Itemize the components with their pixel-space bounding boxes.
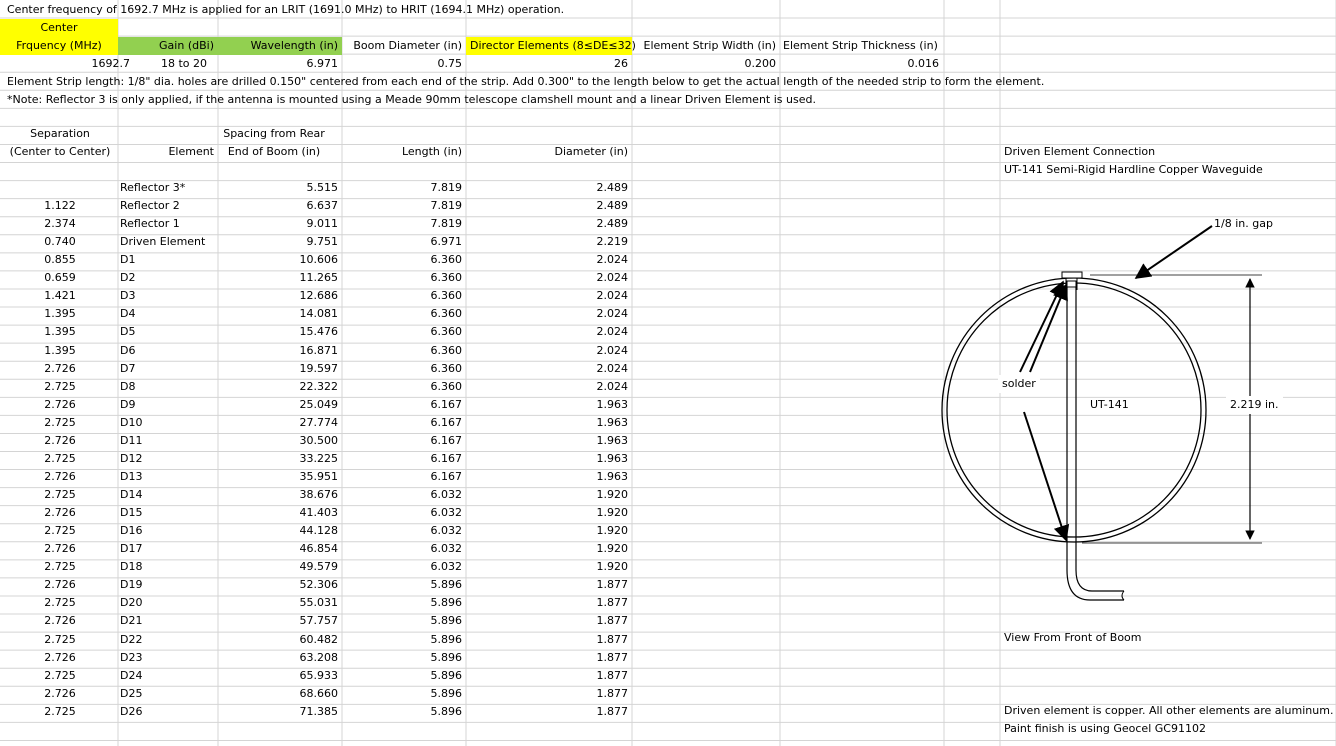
gap-label[interactable]: 1/8 in. gap [1210, 215, 1277, 233]
view-label[interactable]: View From Front of Boom [1000, 629, 1146, 647]
driven-element-ring [941, 277, 1207, 543]
solder-pointers [1019, 280, 1070, 542]
solder-label[interactable]: solder [998, 375, 1040, 393]
spreadsheet-sheet: Center frequency of 1692.7 MHz is applie… [0, 0, 1336, 746]
diagram-title-line2[interactable]: UT-141 Semi-Rigid Hardline Copper Wavegu… [1000, 161, 1267, 179]
waveguide [1066, 287, 1125, 601]
ut141-label[interactable]: UT-141 [1086, 396, 1133, 414]
paint-note[interactable]: Paint finish is using Geocel GC91102 [1000, 720, 1210, 738]
diagram-title-line1[interactable]: Driven Element Connection [1000, 143, 1159, 161]
material-note[interactable]: Driven element is copper. All other elem… [1000, 702, 1336, 720]
gap-pointer-arrow [1134, 225, 1213, 279]
dimension-label[interactable]: 2.219 in. [1226, 396, 1283, 414]
